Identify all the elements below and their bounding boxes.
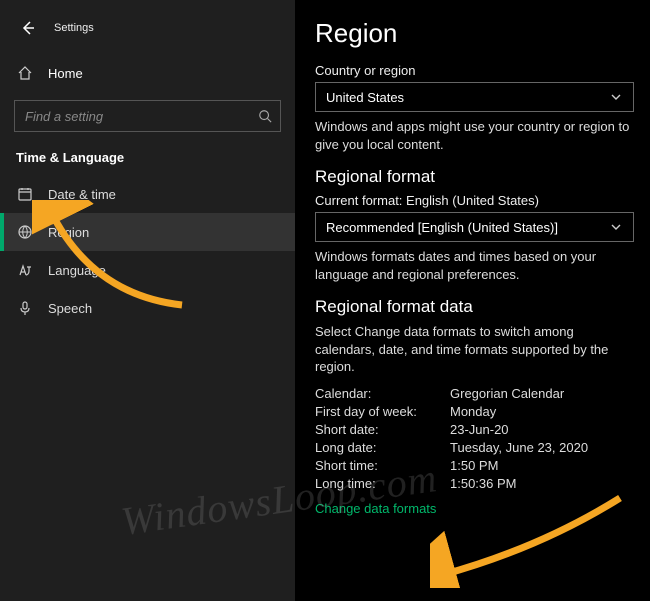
data-row: Long time:1:50:36 PM: [315, 476, 634, 491]
current-format-label: Current format: English (United States): [315, 193, 634, 208]
data-row: Calendar:Gregorian Calendar: [315, 386, 634, 401]
data-key: Long date:: [315, 440, 450, 455]
data-key: Short date:: [315, 422, 450, 437]
data-value: 1:50:36 PM: [450, 476, 634, 491]
chevron-down-icon: [609, 220, 623, 234]
search-input[interactable]: [25, 109, 256, 124]
home-icon: [16, 64, 34, 82]
sidebar-item-label: Speech: [48, 301, 92, 316]
data-value: 1:50 PM: [450, 458, 634, 473]
main-content: Region Country or region United States W…: [295, 0, 650, 601]
country-dropdown[interactable]: United States: [315, 82, 634, 112]
sidebar-item-date-time[interactable]: Date & time: [0, 175, 295, 213]
data-row: Short time:1:50 PM: [315, 458, 634, 473]
search-icon: [256, 107, 274, 125]
microphone-icon: [16, 299, 34, 317]
data-row: Short date:23-Jun-20: [315, 422, 634, 437]
dropdown-value: United States: [326, 90, 404, 105]
country-desc: Windows and apps might use your country …: [315, 118, 634, 153]
page-title: Region: [315, 18, 634, 49]
category-title: Time & Language: [0, 132, 295, 175]
globe-icon: [16, 223, 34, 241]
sidebar-item-label: Date & time: [48, 187, 116, 202]
sidebar: Settings Home Time & Language Date & tim…: [0, 0, 295, 601]
header: Settings: [0, 10, 295, 40]
data-key: Calendar:: [315, 386, 450, 401]
data-desc: Select Change data formats to switch amo…: [315, 323, 634, 376]
sidebar-item-region[interactable]: Region: [0, 213, 295, 251]
format-dropdown[interactable]: Recommended [English (United States)]: [315, 212, 634, 242]
data-value: Gregorian Calendar: [450, 386, 634, 401]
sidebar-item-language[interactable]: Language: [0, 251, 295, 289]
format-heading: Regional format: [315, 167, 634, 187]
sidebar-item-speech[interactable]: Speech: [0, 289, 295, 327]
back-arrow-icon[interactable]: [16, 16, 40, 40]
data-heading: Regional format data: [315, 297, 634, 317]
format-desc: Windows formats dates and times based on…: [315, 248, 634, 283]
format-data-table: Calendar:Gregorian Calendar First day of…: [315, 386, 634, 491]
sidebar-item-home[interactable]: Home: [0, 54, 295, 92]
settings-title: Settings: [54, 22, 94, 34]
dropdown-value: Recommended [English (United States)]: [326, 220, 558, 235]
country-label: Country or region: [315, 63, 634, 78]
data-key: Short time:: [315, 458, 450, 473]
data-key: Long time:: [315, 476, 450, 491]
search-box[interactable]: [14, 100, 281, 132]
language-icon: [16, 261, 34, 279]
data-value: Tuesday, June 23, 2020: [450, 440, 634, 455]
data-key: First day of week:: [315, 404, 450, 419]
chevron-down-icon: [609, 90, 623, 104]
data-row: Long date:Tuesday, June 23, 2020: [315, 440, 634, 455]
sidebar-item-label: Home: [48, 66, 83, 81]
data-value: 23-Jun-20: [450, 422, 634, 437]
sidebar-item-label: Region: [48, 225, 89, 240]
sidebar-item-label: Language: [48, 263, 106, 278]
clock-icon: [16, 185, 34, 203]
data-row: First day of week:Monday: [315, 404, 634, 419]
data-value: Monday: [450, 404, 634, 419]
change-data-formats-link[interactable]: Change data formats: [315, 501, 436, 516]
